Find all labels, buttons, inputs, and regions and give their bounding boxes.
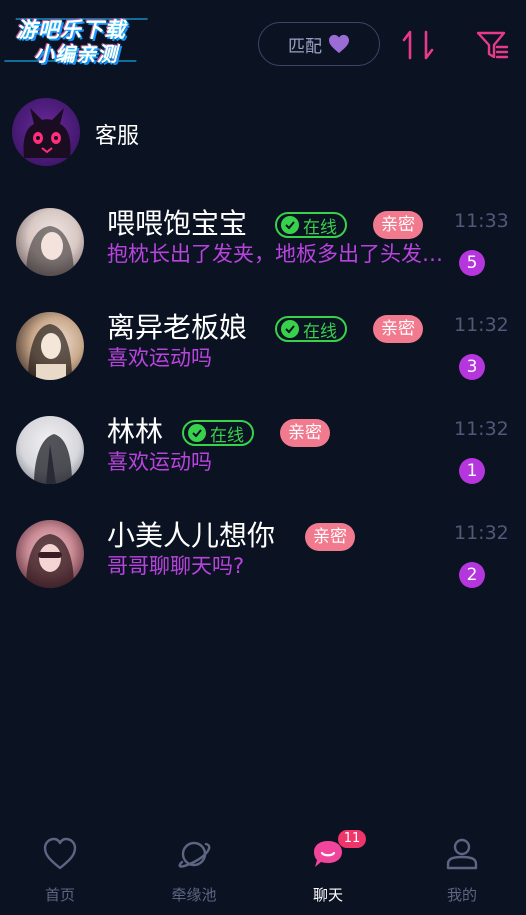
tab-chat-label: 聊天 [312,886,343,904]
check-icon [281,320,299,338]
match-button[interactable]: 匹配 [258,22,380,66]
app-logo: 游吧乐下载 小编亲测 [4,8,148,66]
logo-line-2: 小编亲测 [34,42,118,66]
last-message: 喜欢运动吗 [107,450,212,474]
online-label: 在线 [303,321,337,342]
online-tag: 在线 [275,212,347,238]
intimate-tag: 亲密 [373,315,423,343]
check-icon [281,216,299,234]
intimate-tag: 亲密 [305,523,355,551]
intimate-tag: 亲密 [373,211,423,239]
heart-icon [329,34,349,54]
user-icon [446,838,478,870]
contact-name: 喂喂饱宝宝 [107,207,248,240]
match-button-label: 匹配 [288,36,322,57]
online-tag: 在线 [182,420,254,446]
message-time: 11:32 [454,418,509,440]
tab-me[interactable]: 我的 [410,828,514,915]
last-message: 抱枕长出了发夹，地板多出了头发丝，我的拖鞋旁多了双... [107,242,457,266]
chat-row[interactable]: 小美人儿想你 亲密 11:32 哥哥聊聊天吗? 2 [0,510,526,614]
heart-outline-icon [43,837,77,870]
planet-icon [178,841,211,868]
tab-me-label: 我的 [446,886,477,904]
last-message: 喜欢运动吗 [107,346,212,370]
check-icon [188,424,206,442]
intimate-tag: 亲密 [280,419,330,447]
avatar [16,208,84,276]
tab-chat[interactable]: 11 聊天 [276,828,380,915]
contact-name: 离异老板娘 [107,311,248,344]
avatar [16,312,84,380]
chat-unread-count: 11 [338,830,366,848]
online-label: 在线 [303,217,337,238]
chat-list-screen: 游吧乐下载 小编亲测 匹配 客服 喂喂饱宝宝 在线 亲密 11:33 抱枕长出了… [0,0,526,915]
cat-avatar-icon [12,98,80,166]
online-label: 在线 [210,425,244,446]
tab-home-label: 首页 [44,886,75,904]
tab-pool-label: 牵缘池 [171,886,217,904]
unread-badge: 1 [459,458,485,484]
avatar [16,520,84,588]
avatar [16,416,84,484]
last-message: 哥哥聊聊天吗? [107,554,245,578]
service-name: 客服 [95,124,140,149]
chat-row[interactable]: 喂喂饱宝宝 在线 亲密 11:33 抱枕长出了发夹，地板多出了头发丝，我的拖鞋旁… [0,198,526,302]
contact-name: 林林 [107,415,164,448]
online-tag: 在线 [275,316,347,342]
unread-badge: 2 [459,562,485,588]
bottom-tab-bar: 首页 牵缘池 11 聊天 我的 [0,828,526,915]
tab-pool[interactable]: 牵缘池 [142,828,246,915]
message-time: 11:33 [454,210,509,232]
unread-badge: 3 [459,354,485,380]
sort-icon[interactable] [400,28,436,62]
contact-name: 小美人儿想你 [107,519,276,552]
customer-service-row[interactable]: 客服 [0,96,526,168]
chat-row[interactable]: 林林 在线 亲密 11:32 喜欢运动吗 1 [0,406,526,510]
chat-row[interactable]: 离异老板娘 在线 亲密 11:32 喜欢运动吗 3 [0,302,526,406]
filter-icon[interactable] [474,28,510,62]
tab-home[interactable]: 首页 [8,828,112,915]
message-time: 11:32 [454,522,509,544]
message-time: 11:32 [454,314,509,336]
unread-badge: 5 [459,250,485,276]
